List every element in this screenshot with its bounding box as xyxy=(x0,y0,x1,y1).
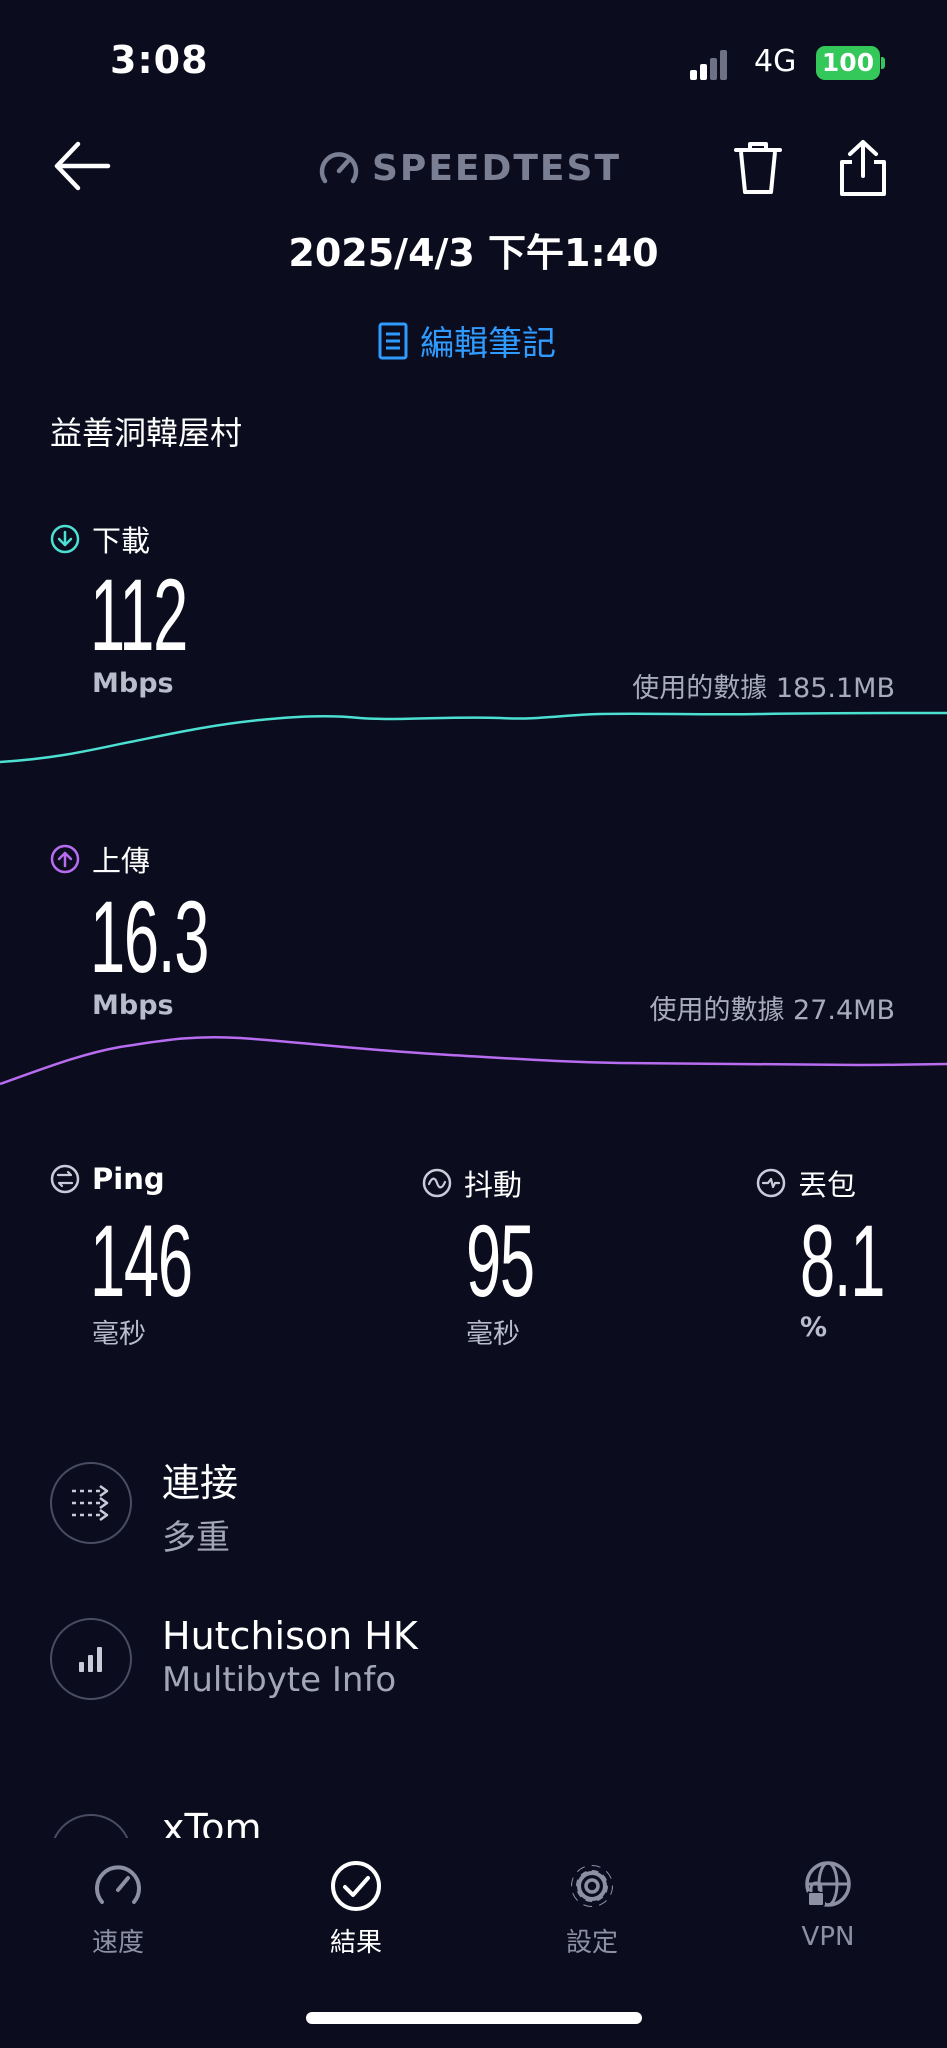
server-icon xyxy=(50,1814,132,1838)
signal-bars-icon xyxy=(79,1647,102,1672)
jitter-unit: 毫秒 xyxy=(466,1319,520,1350)
tab-settings[interactable]: 設定 xyxy=(522,1860,662,1959)
download-speed: 112 xyxy=(90,558,188,672)
location-name: 益善洞韓屋村 xyxy=(50,414,243,452)
multi-connection-icon xyxy=(72,1484,109,1522)
vpn-globe-icon xyxy=(805,1861,851,1907)
download-label: 下載 xyxy=(50,518,150,560)
tab-settings-label: 設定 xyxy=(565,1928,618,1958)
ping-label: Ping xyxy=(50,1162,165,1196)
network-type: 4G xyxy=(754,44,797,79)
delete-button[interactable] xyxy=(728,138,788,198)
download-label-text: 下載 xyxy=(92,524,151,558)
jitter-label: 抖動 xyxy=(422,1162,522,1204)
packet-loss-icon xyxy=(756,1168,786,1198)
tab-vpn[interactable]: VPN xyxy=(758,1860,898,1952)
connection-title: 連接 xyxy=(162,1461,239,1505)
logo-text: SPEEDTEST xyxy=(372,147,622,189)
results-check-icon xyxy=(331,1861,381,1911)
ping-label-text: Ping xyxy=(92,1162,165,1196)
jitter-label-text: 抖動 xyxy=(464,1168,523,1202)
upload-label-text: 上傳 xyxy=(92,844,151,878)
jitter-wave-icon xyxy=(422,1168,452,1198)
upload-label: 上傳 xyxy=(50,838,150,880)
trash-icon xyxy=(734,142,782,194)
notes-icon xyxy=(378,322,408,359)
connection-icon xyxy=(50,1462,132,1544)
connection-type: 多重 xyxy=(162,1518,230,1558)
tab-bar: 速度 結果 設定 VPN xyxy=(0,1840,947,1960)
server-name: xTom xyxy=(162,1806,262,1838)
server-row: xTom xyxy=(0,1700,947,1838)
upload-speed-graph xyxy=(0,1035,947,1086)
back-button[interactable] xyxy=(52,140,112,192)
battery-indicator: 100 xyxy=(816,46,880,80)
share-icon xyxy=(840,140,886,196)
gear-icon xyxy=(571,1865,613,1907)
edit-notes-button[interactable]: 編輯筆記 xyxy=(378,316,556,365)
status-time: 3:08 xyxy=(110,38,209,82)
battery-tip xyxy=(881,57,885,69)
edit-notes-label: 編輯筆記 xyxy=(420,324,556,364)
ping-value: 146 xyxy=(90,1204,193,1318)
download-speed-graph xyxy=(0,711,947,764)
packet-loss-unit: % xyxy=(800,1312,828,1343)
jitter-value: 95 xyxy=(466,1204,535,1318)
speedtest-gauge-icon xyxy=(319,152,359,184)
speed-icon xyxy=(95,1865,141,1904)
tab-speed[interactable]: 速度 xyxy=(48,1860,188,1959)
test-date: 2025/4/3 下午1:40 xyxy=(288,231,659,275)
home-indicator[interactable] xyxy=(306,2012,642,2024)
tab-speed-label: 速度 xyxy=(91,1928,144,1958)
speedtest-logo: SPEEDTEST xyxy=(318,145,621,191)
back-arrow-icon xyxy=(54,141,111,191)
tab-vpn-label: VPN xyxy=(801,1922,855,1952)
packet-loss-label: 丟包 xyxy=(756,1162,856,1204)
tab-results-label: 結果 xyxy=(329,1928,382,1958)
isp-name: Hutchison HK xyxy=(162,1614,418,1658)
isp-provider: Multibyte Info xyxy=(162,1660,397,1700)
isp-icon xyxy=(50,1618,132,1700)
cellular-signal-icon xyxy=(690,48,740,80)
download-arrow-icon xyxy=(50,524,80,554)
upload-speed: 16.3 xyxy=(90,880,209,994)
tab-results[interactable]: 結果 xyxy=(286,1860,426,1959)
ping-icon xyxy=(50,1164,80,1194)
packet-loss-label-text: 丟包 xyxy=(798,1168,857,1202)
share-button[interactable] xyxy=(836,138,890,198)
upload-arrow-icon xyxy=(50,844,80,874)
ping-unit: 毫秒 xyxy=(92,1319,146,1350)
packet-loss-value: 8.1 xyxy=(800,1204,885,1318)
